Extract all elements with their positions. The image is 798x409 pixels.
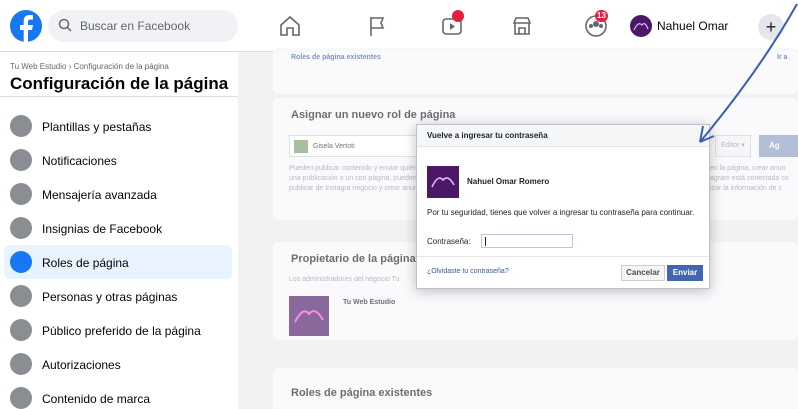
annotation-arrow [699,3,798,143]
